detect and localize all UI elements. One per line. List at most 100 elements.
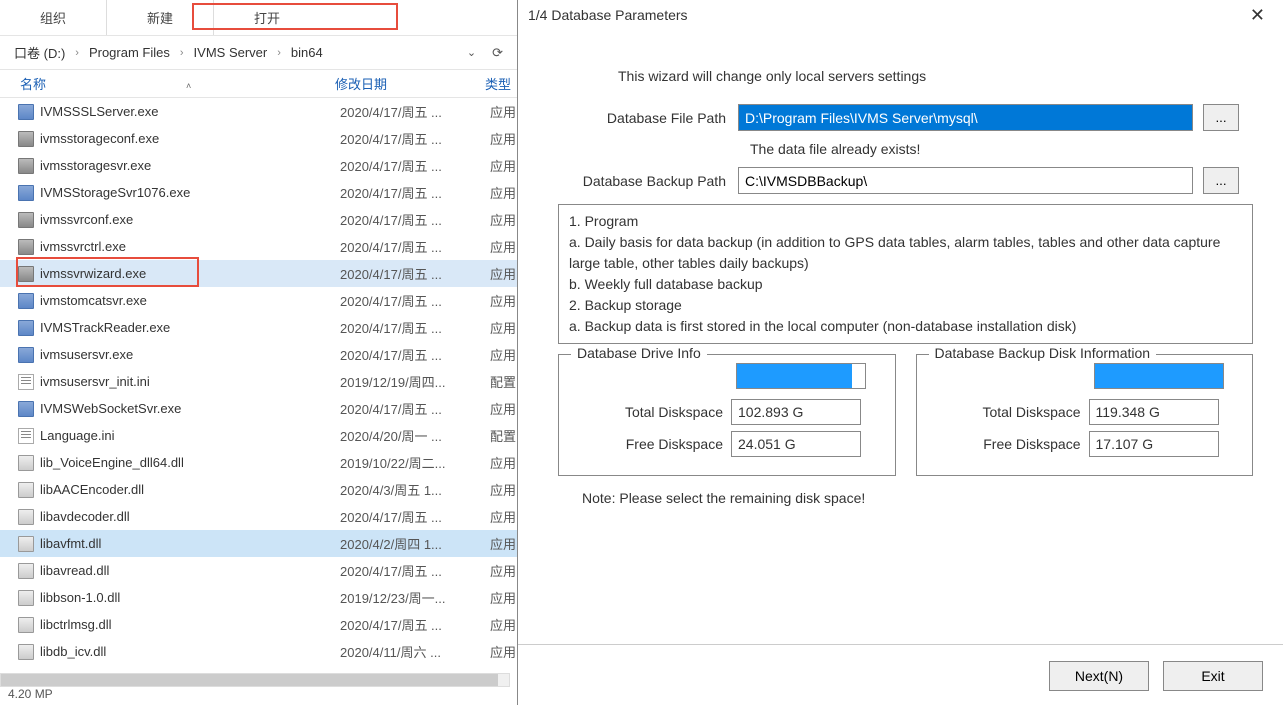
file-name: libdb_icv.dll bbox=[40, 644, 340, 659]
dll-file-icon bbox=[18, 563, 34, 579]
file-row[interactable]: ivmsstoragesvr.exe2020/4/17/周五 ...应用 bbox=[0, 152, 517, 179]
file-type: 应用 bbox=[490, 615, 516, 634]
refresh-icon[interactable]: ⟳ bbox=[486, 45, 509, 61]
file-row[interactable]: libavfmt.dll2020/4/2/周四 1...应用 bbox=[0, 530, 517, 557]
file-row[interactable]: ivmssvrctrl.exe2020/4/17/周五 ...应用 bbox=[0, 233, 517, 260]
crumb-bin64[interactable]: bin64 bbox=[285, 43, 329, 62]
dll-file-icon bbox=[18, 482, 34, 498]
crumb-ivms-server[interactable]: IVMS Server bbox=[188, 43, 274, 62]
dll-file-icon bbox=[18, 617, 34, 633]
tab-organize[interactable]: 组织 bbox=[0, 0, 107, 35]
drive-free-value: 24.051 G bbox=[731, 431, 861, 457]
file-date: 2020/4/11/周六 ... bbox=[340, 642, 490, 661]
file-row[interactable]: libbson-1.0.dll2019/12/23/周一...应用 bbox=[0, 584, 517, 611]
file-list-header: 名称˄ 修改日期 类型 bbox=[0, 70, 517, 98]
dialog-titlebar: 1/4 Database Parameters ✕ bbox=[518, 0, 1283, 30]
horizontal-scrollbar[interactable] bbox=[0, 673, 510, 687]
db-path-input[interactable] bbox=[738, 104, 1193, 131]
backup-free-value: 17.107 G bbox=[1089, 431, 1219, 457]
file-row[interactable]: ivmssvrwizard.exe2020/4/17/周五 ...应用 bbox=[0, 260, 517, 287]
crumb-program-files[interactable]: Program Files bbox=[83, 43, 176, 62]
column-date[interactable]: 修改日期 bbox=[335, 74, 485, 93]
file-list[interactable]: IVMSSSLServer.exe2020/4/17/周五 ...应用ivmss… bbox=[0, 98, 517, 698]
backup-path-label: Database Backup Path bbox=[558, 173, 738, 189]
file-name: Language.ini bbox=[40, 428, 340, 443]
dialog-title: 1/4 Database Parameters bbox=[528, 7, 688, 23]
file-date: 2019/10/22/周二... bbox=[340, 453, 490, 472]
file-name: ivmsusersvr_init.ini bbox=[40, 374, 340, 389]
file-row[interactable]: libdb_icv.dll2020/4/11/周六 ...应用 bbox=[0, 638, 517, 665]
file-type: 应用 bbox=[490, 480, 516, 499]
file-type: 应用 bbox=[490, 183, 516, 202]
file-row[interactable]: IVMSStorageSvr1076.exe2020/4/17/周五 ...应用 bbox=[0, 179, 517, 206]
next-button[interactable]: Next(N) bbox=[1049, 661, 1149, 691]
file-row[interactable]: ivmsstorageconf.exe2020/4/17/周五 ...应用 bbox=[0, 125, 517, 152]
breadcrumb-dropdown-icon[interactable]: ⌄ bbox=[461, 46, 482, 59]
exe-file-icon bbox=[18, 347, 34, 363]
file-name: IVMSStorageSvr1076.exe bbox=[40, 185, 340, 200]
file-name: ivmssvrconf.exe bbox=[40, 212, 340, 227]
backup-info-legend: Database Backup Disk Information bbox=[929, 345, 1157, 361]
column-type[interactable]: 类型 bbox=[485, 74, 511, 93]
file-date: 2020/4/17/周五 ... bbox=[340, 399, 490, 418]
breadcrumb[interactable]: 口卷 (D:) › Program Files › IVMS Server › … bbox=[0, 36, 517, 70]
total-diskspace-label: Total Diskspace bbox=[929, 404, 1089, 420]
file-name: libavread.dll bbox=[40, 563, 340, 578]
exe-file-icon bbox=[18, 104, 34, 120]
exe-file-icon bbox=[18, 401, 34, 417]
file-type: 应用 bbox=[490, 453, 516, 472]
file-row[interactable]: libavread.dll2020/4/17/周五 ...应用 bbox=[0, 557, 517, 584]
close-icon[interactable]: ✕ bbox=[1242, 5, 1273, 26]
file-row[interactable]: Language.ini2020/4/20/周一 ...配置 bbox=[0, 422, 517, 449]
wizard-dialog: 1/4 Database Parameters ✕ This wizard wi… bbox=[517, 0, 1283, 705]
file-row[interactable]: ivmssvrconf.exe2020/4/17/周五 ...应用 bbox=[0, 206, 517, 233]
file-name: ivmstomcatsvr.exe bbox=[40, 293, 340, 308]
file-explorer-pane: 组织 新建 打开 口卷 (D:) › Program Files › IVMS … bbox=[0, 0, 517, 705]
file-row[interactable]: IVMSSSLServer.exe2020/4/17/周五 ...应用 bbox=[0, 98, 517, 125]
total-diskspace-label: Total Diskspace bbox=[571, 404, 731, 420]
file-type: 应用 bbox=[490, 237, 516, 256]
file-date: 2020/4/17/周五 ... bbox=[340, 318, 490, 337]
file-date: 2020/4/17/周五 ... bbox=[340, 102, 490, 121]
browse-backup-path-button[interactable]: ... bbox=[1203, 167, 1239, 194]
exe2-file-icon bbox=[18, 212, 34, 228]
file-name: ivmsusersvr.exe bbox=[40, 347, 340, 362]
file-row[interactable]: IVMSTrackReader.exe2020/4/17/周五 ...应用 bbox=[0, 314, 517, 341]
file-row[interactable]: libAACEncoder.dll2020/4/3/周五 1...应用 bbox=[0, 476, 517, 503]
backup-total-value: 119.348 G bbox=[1089, 399, 1219, 425]
exit-button[interactable]: Exit bbox=[1163, 661, 1263, 691]
file-name: ivmssvrwizard.exe bbox=[40, 266, 340, 281]
crumb-drive[interactable]: 口卷 (D:) bbox=[8, 41, 71, 64]
file-row[interactable]: ivmsusersvr.exe2020/4/17/周五 ...应用 bbox=[0, 341, 517, 368]
backup-path-input[interactable] bbox=[738, 167, 1193, 194]
file-name: lib_VoiceEngine_dll64.dll bbox=[40, 455, 340, 470]
file-row[interactable]: ivmstomcatsvr.exe2020/4/17/周五 ...应用 bbox=[0, 287, 517, 314]
file-type: 配置 bbox=[490, 372, 516, 391]
dll-file-icon bbox=[18, 644, 34, 660]
tab-open[interactable]: 打开 bbox=[214, 0, 320, 35]
dll-file-icon bbox=[18, 455, 34, 471]
file-date: 2020/4/17/周五 ... bbox=[340, 183, 490, 202]
file-date: 2020/4/17/周五 ... bbox=[340, 129, 490, 148]
file-row[interactable]: IVMSWebSocketSvr.exe2020/4/17/周五 ...应用 bbox=[0, 395, 517, 422]
divider bbox=[518, 644, 1283, 645]
column-name[interactable]: 名称˄ bbox=[0, 74, 335, 93]
file-type: 配置 bbox=[490, 426, 516, 445]
dll-file-icon bbox=[18, 509, 34, 525]
file-name: IVMSWebSocketSvr.exe bbox=[40, 401, 340, 416]
info-box: 1. Program a. Daily basis for data backu… bbox=[558, 204, 1253, 344]
file-row[interactable]: libctrlmsg.dll2020/4/17/周五 ...应用 bbox=[0, 611, 517, 638]
exe-file-icon bbox=[18, 320, 34, 336]
file-name: libAACEncoder.dll bbox=[40, 482, 340, 497]
file-row[interactable]: ivmsusersvr_init.ini2019/12/19/周四...配置 bbox=[0, 368, 517, 395]
file-row[interactable]: libavdecoder.dll2020/4/17/周五 ...应用 bbox=[0, 503, 517, 530]
browse-db-path-button[interactable]: ... bbox=[1203, 104, 1239, 131]
file-row[interactable]: lib_VoiceEngine_dll64.dll2019/10/22/周二..… bbox=[0, 449, 517, 476]
file-name: libctrlmsg.dll bbox=[40, 617, 340, 632]
chevron-icon: › bbox=[277, 47, 281, 59]
file-date: 2020/4/2/周四 1... bbox=[340, 534, 490, 553]
dll-file-icon bbox=[18, 590, 34, 606]
file-type: 应用 bbox=[490, 588, 516, 607]
scroll-thumb[interactable] bbox=[1, 674, 498, 686]
tab-new[interactable]: 新建 bbox=[107, 0, 214, 35]
